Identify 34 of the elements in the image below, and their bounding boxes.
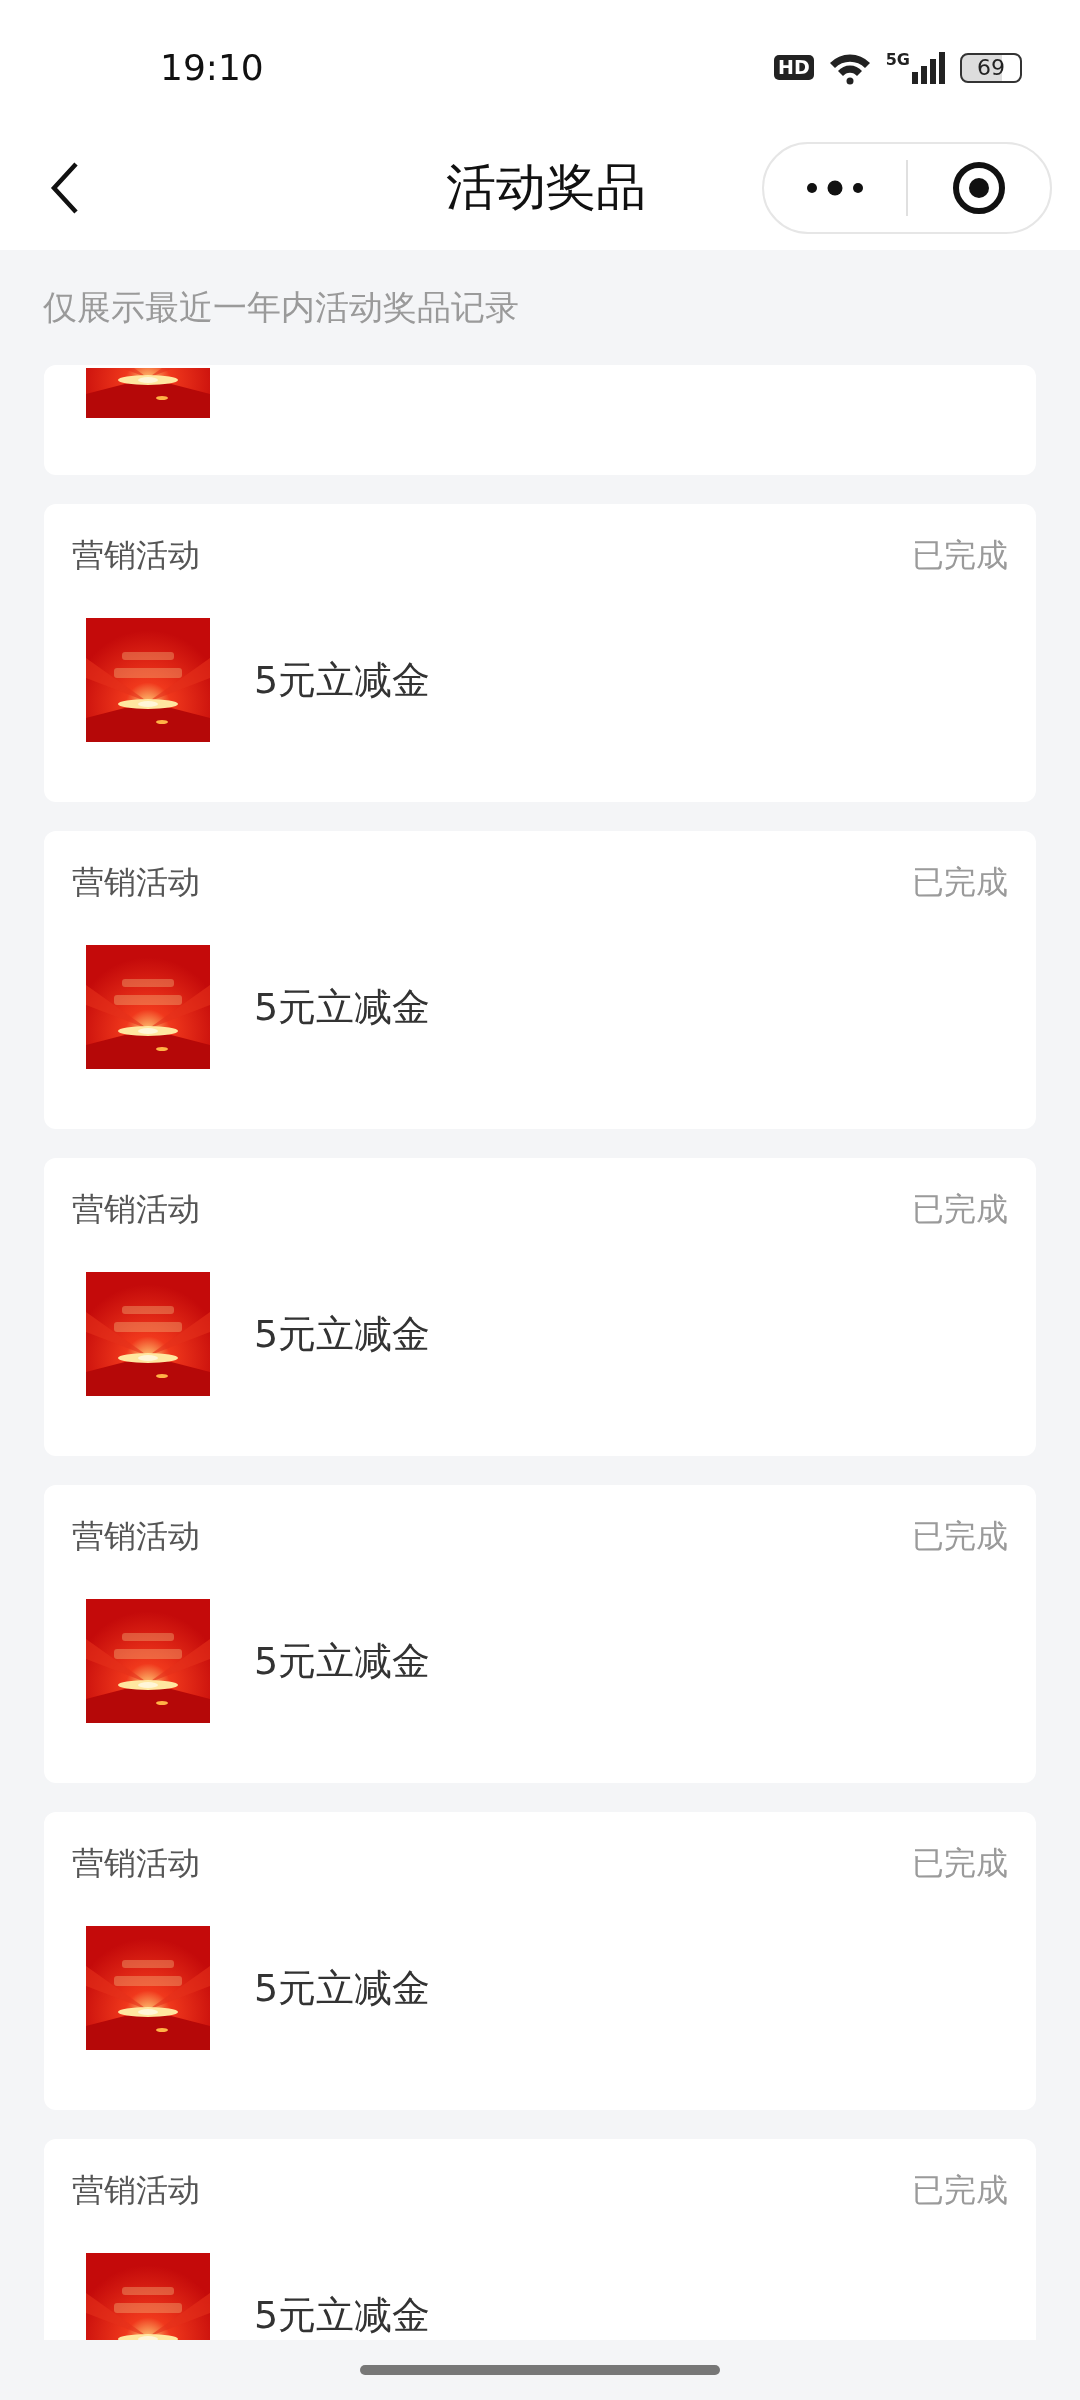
record-card[interactable]: 营销活动 已完成 5元立减金 (44, 1485, 1036, 1783)
activity-category: 营销活动 (72, 1189, 200, 1230)
record-status: 已完成 (912, 862, 1008, 903)
status-time: 19:10 (160, 47, 264, 88)
prize-name: 5元立减金 (254, 983, 431, 1031)
activity-category: 营销活动 (72, 1516, 200, 1557)
record-status: 已完成 (912, 1189, 1008, 1230)
record-status: 已完成 (912, 1843, 1008, 1884)
hd-badge: HD (774, 55, 814, 80)
activity-category: 营销活动 (72, 535, 200, 576)
battery-indicator: 69 (960, 52, 1022, 83)
record-status: 已完成 (912, 2170, 1008, 2211)
signal-icon (912, 51, 946, 84)
target-icon (952, 160, 1006, 215)
prize-name: 5元立减金 (254, 1964, 431, 2012)
record-card[interactable]: 营销活动 已完成 5元立减金 (44, 1158, 1036, 1456)
record-status: 已完成 (912, 1516, 1008, 1557)
record-card[interactable] (44, 365, 1036, 475)
activity-category: 营销活动 (72, 1843, 200, 1884)
page-title: 活动奖品 (446, 157, 646, 218)
record-card[interactable]: 营销活动 已完成 5元立减金 (44, 831, 1036, 1129)
prize-name: 5元立减金 (254, 2291, 431, 2339)
record-card[interactable]: 营销活动 已完成 5元立减金 (44, 504, 1036, 802)
activity-category: 营销活动 (72, 2170, 200, 2211)
record-status: 已完成 (912, 535, 1008, 576)
activity-category: 营销活动 (72, 862, 200, 903)
prize-name: 5元立减金 (254, 656, 431, 704)
network-type: 5G (885, 51, 910, 68)
notice-text: 仅展示最近一年内活动奖品记录 (43, 285, 519, 329)
prize-name: 5元立减金 (254, 1637, 431, 1685)
prize-name: 5元立减金 (254, 1310, 431, 1358)
record-card[interactable]: 营销活动 已完成 5元立减金 (44, 2139, 1036, 2340)
more-icon (806, 179, 864, 196)
record-card[interactable]: 营销活动 已完成 5元立减金 (44, 1812, 1036, 2110)
